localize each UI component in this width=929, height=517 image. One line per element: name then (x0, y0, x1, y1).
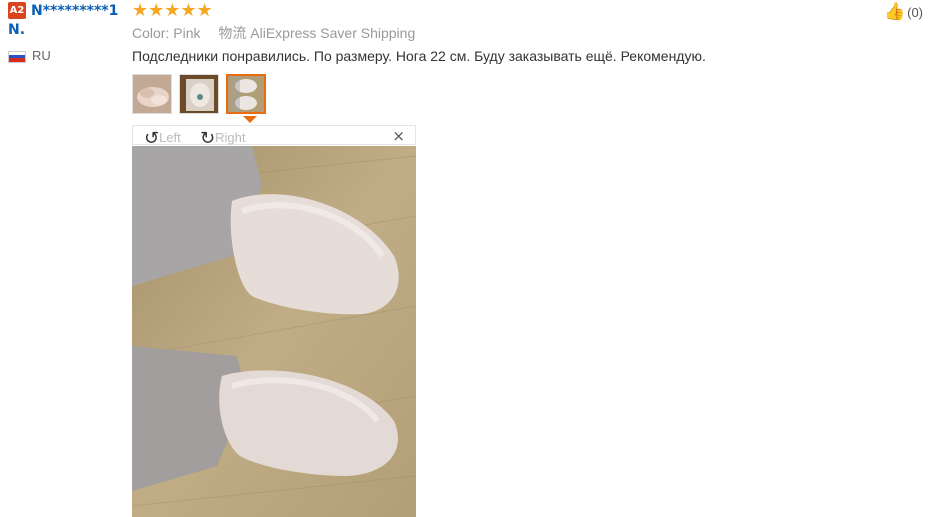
thumbs-up-icon: 👍 (883, 2, 906, 22)
review-text: Подследники понравились. По размеру. Ног… (132, 48, 706, 64)
review-thumbnail[interactable] (179, 74, 219, 114)
review-thumbnail-active[interactable] (226, 74, 266, 114)
reviewer-country: RU (8, 48, 126, 63)
active-thumbnail-pointer (243, 116, 257, 123)
review-thumbnail[interactable] (132, 74, 172, 114)
close-viewer-button[interactable]: × (392, 127, 405, 145)
russia-flag-icon (8, 50, 26, 63)
review-photo (132, 146, 416, 517)
country-code: RU (32, 48, 51, 63)
like-count: (0) (907, 5, 923, 20)
shipping-value: AliExpress Saver Shipping (250, 25, 416, 41)
rotate-left-label: Left (159, 130, 181, 145)
shipping-label: 物流 (218, 25, 247, 41)
thumbnail-image (180, 75, 218, 113)
color-value: Pink (173, 25, 201, 41)
review-photo-enlarged (132, 146, 416, 517)
reviewer-name[interactable]: N*********1 (31, 3, 118, 19)
rotate-right-label: Right (215, 130, 246, 145)
rotate-left-button[interactable]: ↺Left (144, 126, 181, 149)
thumbnail-image (228, 76, 264, 112)
color-label: Color: (132, 25, 170, 41)
image-viewer-toolbar: ↺Left ↻Right × (132, 125, 416, 149)
reviewer-info: A2 N*********1 N. RU (8, 2, 126, 63)
level-badge: A2 (8, 2, 26, 20)
star-rating: ★★★★★ (132, 0, 213, 21)
thumbnail-image (133, 75, 171, 113)
reviewer-name-line2[interactable]: N. (8, 22, 126, 38)
order-meta: Color: Pink 物流 AliExpress Saver Shipping (132, 23, 415, 43)
rotate-right-button[interactable]: ↻Right (200, 126, 246, 149)
helpful-like[interactable]: 👍 (0) (884, 2, 923, 22)
